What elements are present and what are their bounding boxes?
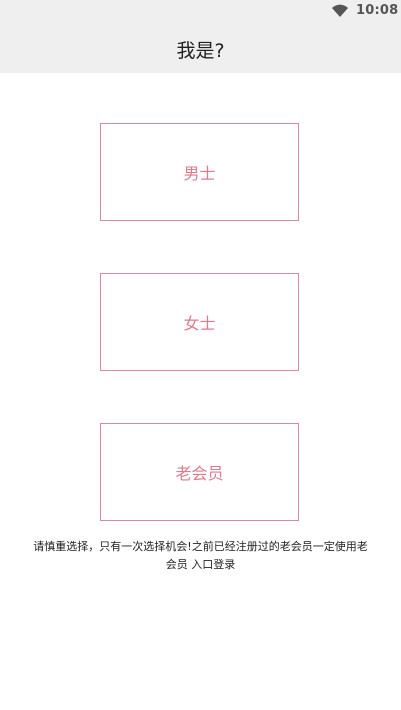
status-bar: 10:08 bbox=[0, 0, 401, 24]
status-time: 10:08 bbox=[356, 3, 399, 18]
toolbar: 我是? bbox=[0, 24, 401, 73]
male-button[interactable]: 男士 bbox=[100, 123, 299, 221]
female-button-label: 女士 bbox=[183, 314, 216, 333]
old-member-button[interactable]: 老会员 bbox=[100, 423, 299, 521]
notice-line-1: 请慎重选择，只有一次选择机会!之前已经注册过的老会员一定使用老 bbox=[33, 540, 368, 553]
notice-text: 请慎重选择，只有一次选择机会!之前已经注册过的老会员一定使用老 会员 入口登录 bbox=[12, 538, 389, 574]
notice-line-2: 会员 入口登录 bbox=[165, 558, 236, 571]
female-button[interactable]: 女士 bbox=[100, 273, 299, 371]
wifi-icon bbox=[332, 4, 348, 17]
screen: 10:08 我是? 男士 女士 老会员 请慎重选择，只有一次选择机会!之前已经注… bbox=[0, 0, 401, 710]
old-member-button-label: 老会员 bbox=[175, 464, 224, 483]
page-title: 我是? bbox=[176, 40, 225, 62]
male-button-label: 男士 bbox=[183, 164, 216, 183]
